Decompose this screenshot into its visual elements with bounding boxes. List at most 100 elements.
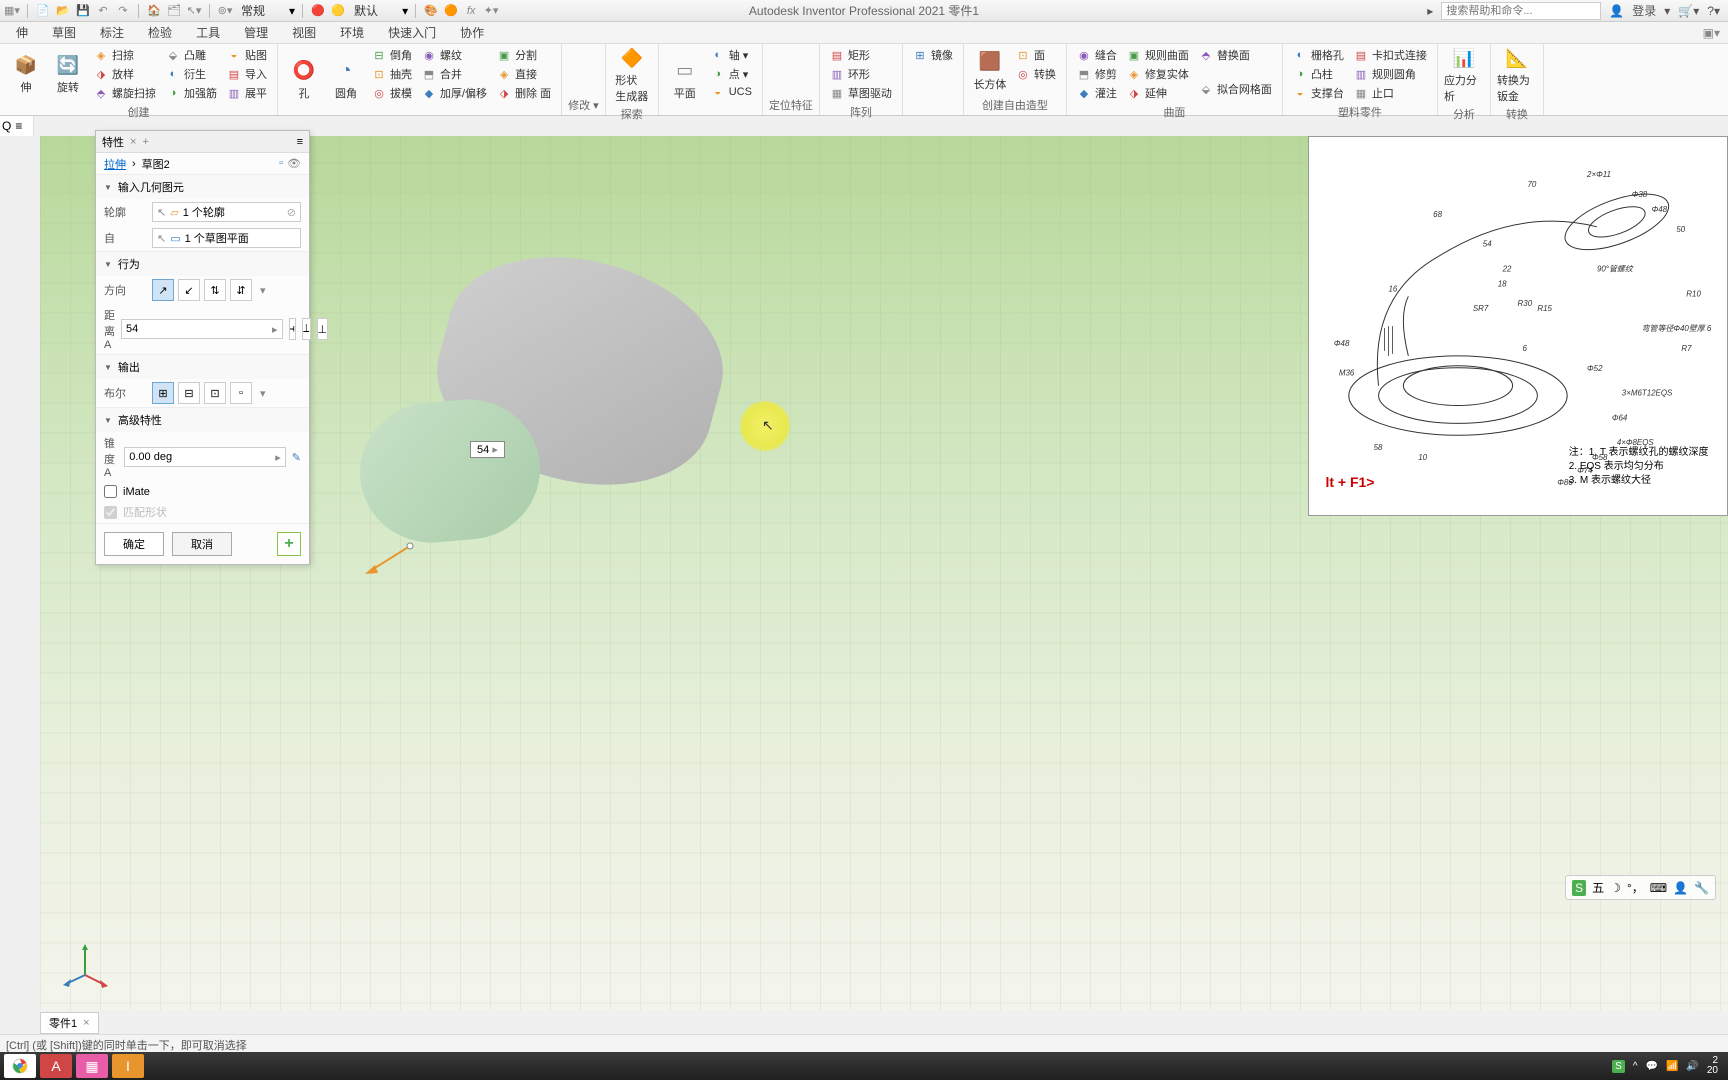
ribbon-凸雕[interactable]: ⬙凸雕: [162, 46, 221, 64]
open-icon[interactable]: 📂: [55, 3, 71, 19]
ribbon-止口[interactable]: ▦止口: [1350, 84, 1431, 102]
new-icon[interactable]: 📄: [35, 3, 51, 19]
ime-keyboard-icon[interactable]: ⌨: [1650, 881, 1667, 895]
inventor-icon[interactable]: I: [112, 1054, 144, 1078]
imate-checkbox[interactable]: [104, 485, 117, 498]
ribbon-凸柱[interactable]: ◑凸柱: [1289, 65, 1348, 83]
tab-6[interactable]: 视图: [280, 21, 328, 44]
ribbon-直接[interactable]: ◈直接: [493, 65, 555, 83]
distance-input[interactable]: [126, 321, 268, 337]
extent-distance-btn[interactable]: ⫞: [289, 318, 297, 340]
ribbon-转换为钣金[interactable]: 📐转换为钣金: [1497, 46, 1537, 104]
ribbon-圆角[interactable]: ◔圆角: [326, 46, 366, 113]
section-header-input[interactable]: 输入几何图元: [96, 175, 309, 199]
help-search-input[interactable]: [1441, 2, 1601, 20]
tab-0[interactable]: 伸: [4, 21, 40, 44]
ribbon-栅格孔[interactable]: ◐栅格孔: [1289, 46, 1348, 64]
ribbon-旋转[interactable]: 🔄旋转: [48, 46, 88, 102]
ribbon-贴图[interactable]: ◒贴图: [223, 46, 271, 64]
ime-mode[interactable]: 五: [1592, 879, 1604, 896]
ribbon-衍生[interactable]: ◐衍生: [162, 65, 221, 83]
section-header-output[interactable]: 输出: [96, 355, 309, 379]
panel-apply-add-btn[interactable]: +: [277, 532, 301, 556]
direction-symmetric-btn[interactable]: ⇅: [204, 279, 226, 301]
direction-more-icon[interactable]: ▾: [256, 284, 266, 297]
section-header-behavior[interactable]: 行为: [96, 252, 309, 276]
ribbon-修剪[interactable]: ⬒修剪: [1073, 65, 1121, 83]
ribbon-规则圆角[interactable]: ▥规则圆角: [1350, 65, 1431, 83]
ok-button[interactable]: 确定: [104, 532, 164, 556]
home-icon[interactable]: 🏠: [146, 3, 162, 19]
login-link[interactable]: 登录: [1632, 2, 1656, 19]
taper-input[interactable]: [129, 449, 271, 465]
panel-eye-icon[interactable]: 👁: [287, 157, 301, 170]
bool-newsolid-btn[interactable]: ▫: [230, 382, 252, 404]
ribbon-平面[interactable]: ▭平面: [665, 46, 705, 113]
profile-selector[interactable]: ↖ ▱ 1 个轮廓 ⊘: [152, 202, 301, 222]
ime-person-icon[interactable]: 👤: [1673, 881, 1688, 895]
ribbon-延伸[interactable]: ⬗延伸: [1123, 84, 1193, 102]
taper-measure-icon[interactable]: ✎: [292, 451, 301, 464]
tab-3[interactable]: 检验: [136, 21, 184, 44]
ime-badge-icon[interactable]: S: [1572, 880, 1586, 896]
ribbon-UCS[interactable]: ◒UCS: [707, 84, 756, 100]
ribbon-合并[interactable]: ⬒合并: [418, 65, 491, 83]
direction-flip-btn[interactable]: ↙: [178, 279, 200, 301]
ribbon-导入[interactable]: ▤导入: [223, 65, 271, 83]
tab-1[interactable]: 草图: [40, 21, 88, 44]
ribbon-规则曲面[interactable]: ▣规则曲面: [1123, 46, 1193, 64]
ribbon-点 ▾[interactable]: ◑点 ▾: [707, 65, 756, 83]
ribbon-替换面[interactable]: ⬘替换面: [1195, 46, 1276, 64]
ribbon-卡扣式连接[interactable]: ▤卡扣式连接: [1350, 46, 1431, 64]
extent-through-btn[interactable]: ⊥: [317, 318, 329, 340]
ribbon-应力分析[interactable]: 📊应力分析: [1444, 46, 1484, 104]
tab-5[interactable]: 管理: [232, 21, 280, 44]
tab-2[interactable]: 标注: [88, 21, 136, 44]
cart-icon[interactable]: 🛒▾: [1678, 4, 1699, 18]
bool-cut-btn[interactable]: ⊟: [178, 382, 200, 404]
doc-tab-close-icon[interactable]: ×: [83, 1017, 89, 1029]
ribbon-加强筋[interactable]: ◑加强筋: [162, 84, 221, 102]
appearance-swatch-icon[interactable]: 🟡: [330, 3, 346, 19]
ribbon-倒角[interactable]: ⊟倒角: [368, 46, 416, 64]
ribbon-支撑台[interactable]: ◒支撑台: [1289, 84, 1348, 102]
material-dropdown[interactable]: 默认: [350, 2, 398, 19]
tray-ime-icon[interactable]: S: [1612, 1060, 1625, 1073]
ribbon-螺纹[interactable]: ◉螺纹: [418, 46, 491, 64]
ribbon-扫掠[interactable]: ◈扫掠: [90, 46, 160, 64]
ribbon-展平[interactable]: ▥展平: [223, 84, 271, 102]
ribbon-轴 ▾[interactable]: ◐轴 ▾: [707, 46, 756, 64]
tab-9[interactable]: 协作: [448, 21, 496, 44]
bool-more-icon[interactable]: ▾: [256, 387, 266, 400]
taper-dropdown-icon[interactable]: ▸: [275, 451, 281, 464]
style-dropdown[interactable]: 常规: [237, 2, 285, 19]
select-icon[interactable]: ↖▾: [186, 3, 202, 19]
panel-add-tab-icon[interactable]: +: [142, 136, 148, 148]
panel-menu-icon[interactable]: ≡: [297, 136, 303, 148]
user-icon[interactable]: 👤: [1609, 4, 1624, 18]
ribbon-伸[interactable]: 📦伸: [6, 46, 46, 102]
ribbon-灌注[interactable]: ◆灌注: [1073, 84, 1121, 102]
clear-profile-icon[interactable]: ⊘: [287, 206, 296, 219]
plus-icon[interactable]: ✦▾: [483, 3, 499, 19]
from-selector[interactable]: ↖ ▭ 1 个草图平面: [152, 228, 301, 248]
tray-date[interactable]: 20: [1707, 1066, 1718, 1076]
panel-cube-icon[interactable]: ▫: [279, 157, 283, 170]
ribbon-修复实体[interactable]: ◈修复实体: [1123, 65, 1193, 83]
cancel-button[interactable]: 取消: [172, 532, 232, 556]
ribbon-抽壳[interactable]: ⊡抽壳: [368, 65, 416, 83]
ribbon-删除 面[interactable]: ⬗删除 面: [493, 84, 555, 102]
save-icon[interactable]: 💾: [75, 3, 91, 19]
ime-toolbar[interactable]: S 五 ☽ °， ⌨ 👤 🔧: [1565, 875, 1716, 900]
app2-icon[interactable]: ▦: [76, 1054, 108, 1078]
ime-wrench-icon[interactable]: 🔧: [1694, 881, 1709, 895]
autocad-icon[interactable]: A: [40, 1054, 72, 1078]
manipulator-arrow-icon[interactable]: [360, 541, 420, 581]
bool-intersect-btn[interactable]: ⊡: [204, 382, 226, 404]
ribbon-形状生成器[interactable]: 🔶形状生成器: [612, 46, 652, 104]
ribbon-孔[interactable]: ⭕孔: [284, 46, 324, 113]
ribbon-环形[interactable]: ▥环形: [826, 65, 896, 83]
panel-close-icon[interactable]: ×: [130, 136, 136, 148]
browser-list-icon[interactable]: ≡: [15, 119, 22, 133]
ime-moon-icon[interactable]: ☽: [1610, 881, 1621, 895]
